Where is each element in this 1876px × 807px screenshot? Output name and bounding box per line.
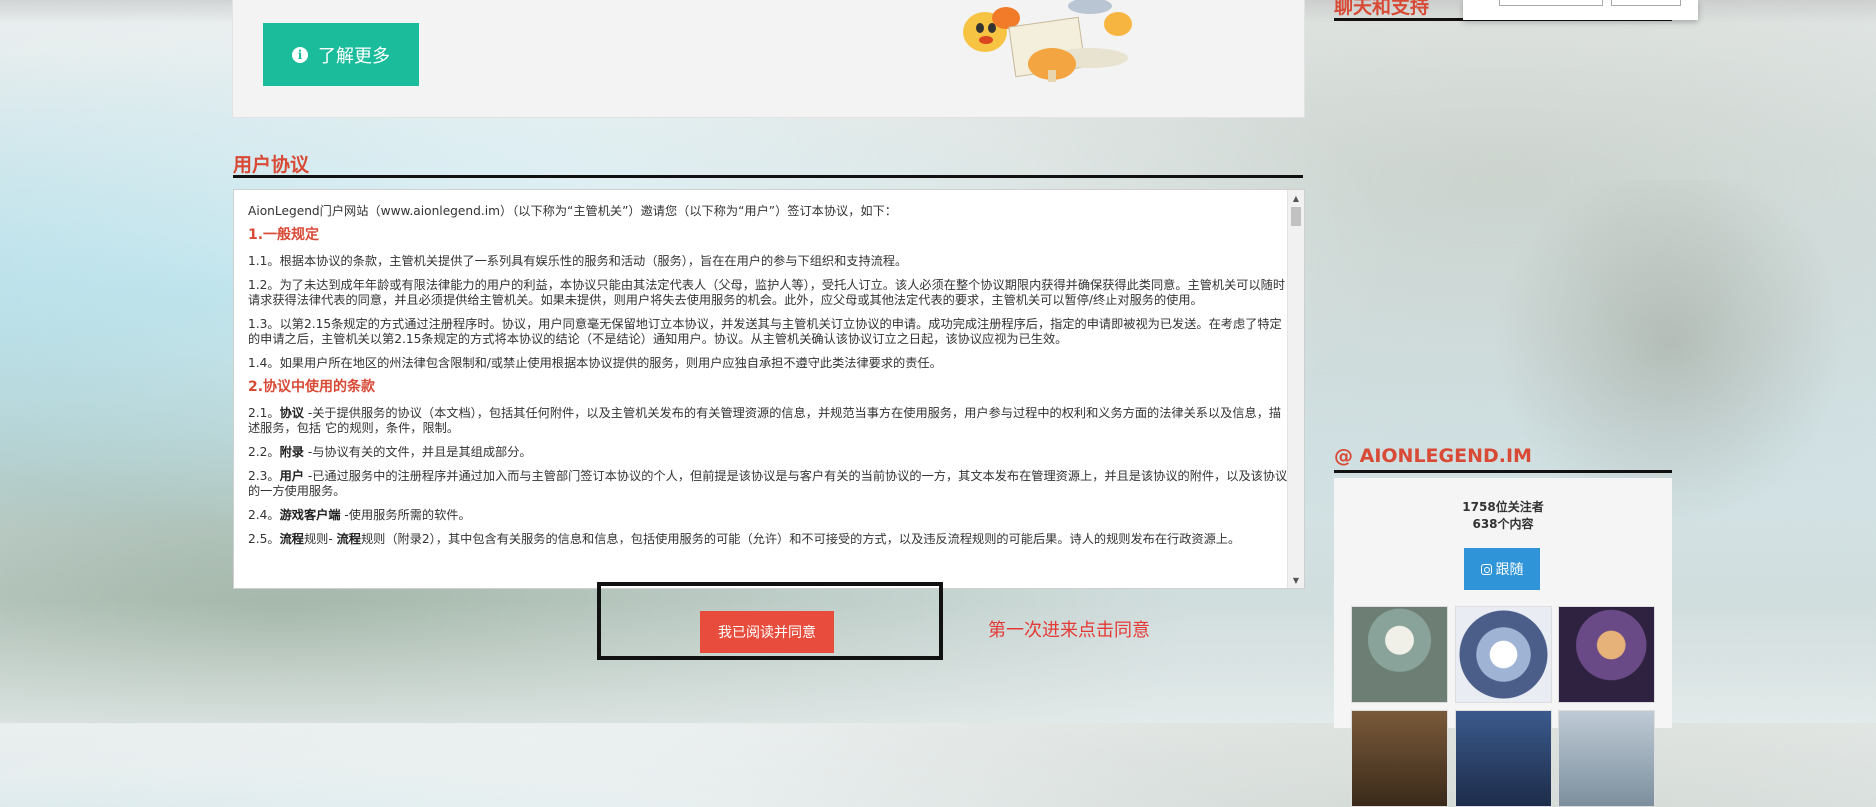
- clause-2-4: 2.4。游戏客户端 -使用服务所需的软件。: [248, 508, 1288, 523]
- clause-2-1-number: 2.1。: [248, 406, 280, 420]
- instagram-post-thumbnail[interactable]: [1455, 606, 1552, 703]
- section1-heading: 1.一般规定: [248, 227, 320, 243]
- agree-button[interactable]: 我已阅读并同意: [700, 611, 834, 653]
- clause-1-4: 1.4。如果用户所在地区的州法律包含限制和/或禁止使用根据本协议提供的服务，则用…: [248, 356, 942, 370]
- clause-2-3-term: 用户: [279, 469, 304, 483]
- clause-2-2-number: 2.2。: [248, 445, 280, 459]
- post-count: 638个内容: [1472, 517, 1534, 531]
- clause-2-2-text: -与协议有关的文件，并且是其组成部分。: [303, 445, 532, 459]
- clause-1-2: 1.2。为了未达到成年年龄或有限法律能力的用户的利益，本协议只能由其法定代表人（…: [248, 278, 1286, 307]
- agreement-textbox[interactable]: AionLegend门户网站（www.aionlegend.im）（以下称为“主…: [233, 189, 1305, 589]
- clause-1-1: 1.1。根据本协议的条款，主管机关提供了一系列具有娱乐性的服务和活动（服务），旨…: [248, 254, 908, 268]
- instagram-post-thumbnail[interactable]: [1558, 606, 1655, 703]
- instagram-panel: 1758位关注者 638个内容 跟随: [1334, 478, 1672, 807]
- login-popup: [1463, 0, 1698, 20]
- clause-2-3: 2.3。用户 -已通过服务中的注册程序并通过加入而与主管部门签订本协议的个人，但…: [248, 469, 1288, 499]
- clause-2-1-term: 协议: [279, 406, 304, 420]
- instagram-icon: [1480, 563, 1492, 575]
- agreement-title: 用户协议: [233, 154, 310, 176]
- info-icon: i: [292, 46, 308, 63]
- clause-2-1: 2.1。协议 -关于提供服务的协议（本文档），包括其任何附件，以及主管机关发布的…: [248, 406, 1288, 436]
- agreement-title-rule: [233, 175, 1303, 178]
- clause-2-4-term: 游戏客户端: [279, 508, 341, 522]
- learn-more-button[interactable]: i 了解更多: [263, 23, 419, 86]
- clause-2-5-number: 2.5。: [248, 532, 280, 546]
- first-visit-note: 第一次进来点击同意: [988, 620, 1150, 641]
- clause-2-2: 2.2。附录 -与协议有关的文件，并且是其组成部分。: [248, 445, 1288, 460]
- clause-1-3: 1.3。以第2.15条规定的方式通过注册程序时。协议，用户同意毫无保留地订立本协…: [248, 317, 1282, 346]
- instagram-post-thumbnail[interactable]: [1558, 710, 1655, 807]
- clause-2-5-term: 流程: [279, 532, 304, 546]
- popup-username-field[interactable]: [1499, 0, 1603, 6]
- agreement-scrollbar[interactable]: ▲ ▼: [1287, 190, 1304, 588]
- scroll-thumb[interactable]: [1291, 207, 1301, 226]
- agreement-intro: AionLegend门户网站（www.aionlegend.im）（以下称为“主…: [248, 204, 897, 218]
- clause-2-5-term2: 流程: [336, 532, 361, 546]
- instagram-title-rule: [1334, 470, 1672, 473]
- clause-2-1-text: -关于提供服务的协议（本文档），包括其任何附件，以及主管机关发布的有关管理资源的…: [248, 406, 1282, 435]
- scroll-down-arrow-icon[interactable]: ▼: [1288, 572, 1304, 588]
- clause-2-5-text-a: 规则-: [303, 532, 337, 546]
- agreement-text: AionLegend门户网站（www.aionlegend.im）（以下称为“主…: [248, 204, 1288, 586]
- follow-label: 跟随: [1495, 562, 1524, 578]
- clause-2-2-term: 附录: [279, 445, 304, 459]
- clause-2-4-text: -使用服务所需的软件。: [340, 508, 471, 522]
- game-mascot-illustration: [963, 0, 1132, 82]
- popup-password-field[interactable]: [1611, 0, 1681, 6]
- clause-2-4-number: 2.4。: [248, 508, 280, 522]
- clause-2-3-number: 2.3。: [248, 469, 280, 483]
- clause-2-5-text-b: 规则（附录2），其中包含有关服务的信息和信息，包括使用服务的可能（允许）和不可接…: [360, 532, 1241, 546]
- follower-count: 1758位关注者: [1462, 500, 1544, 514]
- instagram-post-thumbnail[interactable]: [1351, 710, 1448, 807]
- clause-2-5: 2.5。流程规则- 流程规则（附录2），其中包含有关服务的信息和信息，包括使用服…: [248, 532, 1288, 547]
- section2-heading: 2.协议中使用的条款: [248, 379, 376, 395]
- clause-2-3-text: -已通过服务中的注册程序并通过加入而与主管部门签订本协议的个人，但前提是该协议是…: [248, 469, 1288, 498]
- instagram-post-thumbnail[interactable]: [1455, 710, 1552, 807]
- instagram-title: @ AIONLEGEND.IM: [1334, 445, 1532, 467]
- learn-more-label: 了解更多: [318, 45, 390, 67]
- follow-button[interactable]: 跟随: [1464, 548, 1540, 590]
- scroll-up-arrow-icon[interactable]: ▲: [1288, 190, 1304, 206]
- instagram-post-thumbnail[interactable]: [1351, 606, 1448, 703]
- chat-support-title: 聊天和支持: [1334, 0, 1430, 18]
